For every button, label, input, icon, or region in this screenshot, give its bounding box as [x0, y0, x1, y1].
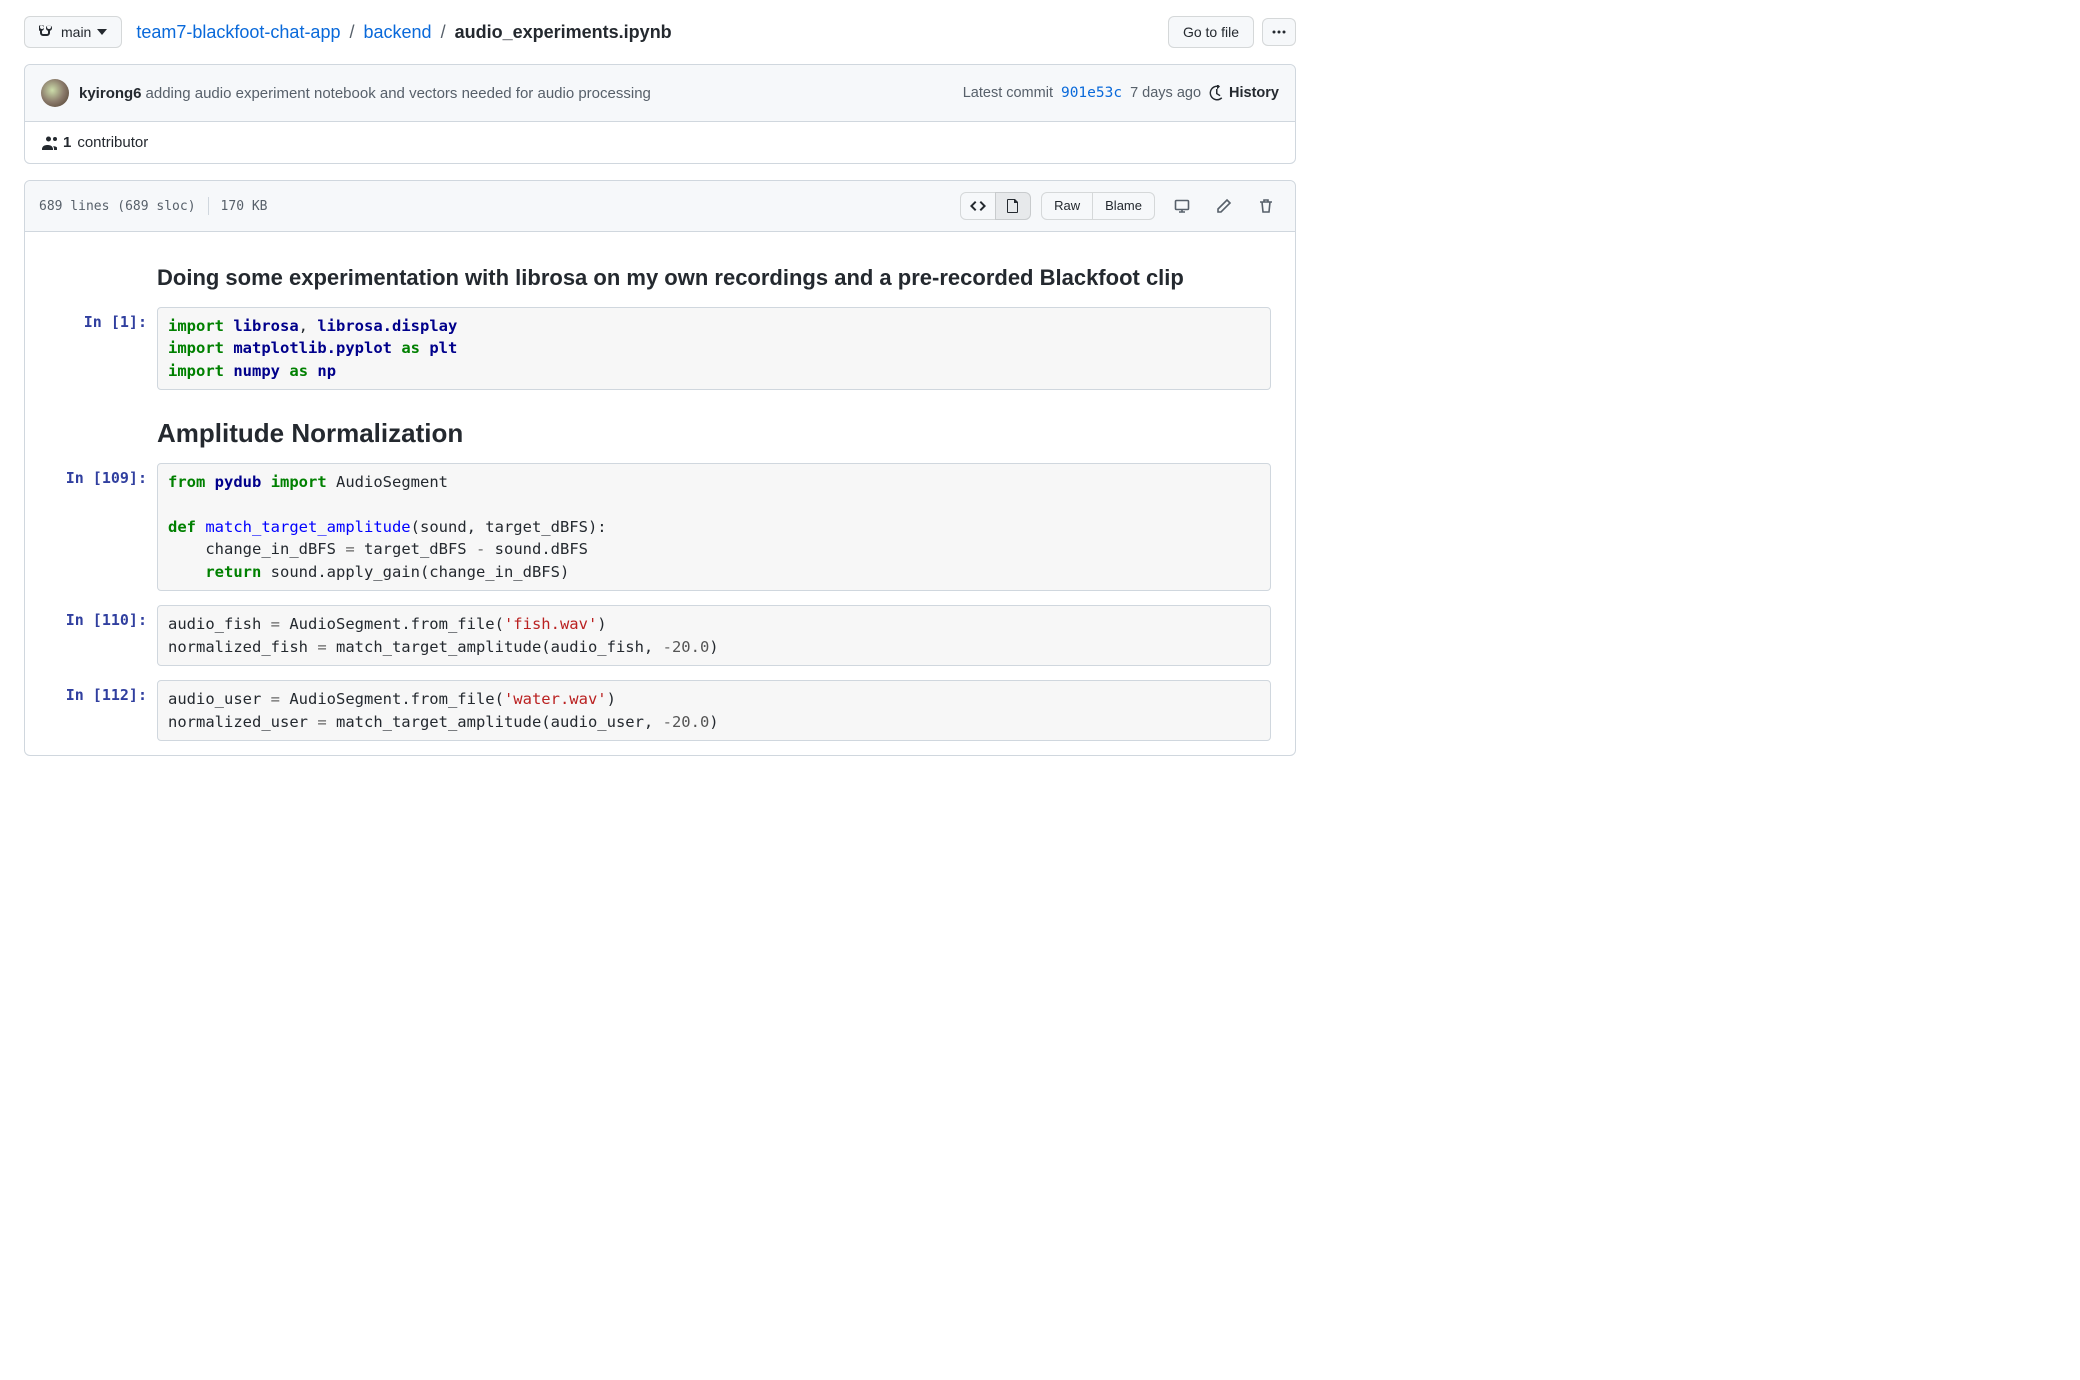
desktop-icon [1174, 198, 1190, 214]
source-view-button[interactable] [960, 192, 996, 220]
nb-cell: In [110]: audio_fish = AudioSegment.from… [49, 605, 1271, 666]
file-lines: 689 lines (689 sloc) [39, 199, 196, 214]
nb-cell: In [1]: import librosa, librosa.display … [49, 307, 1271, 390]
git-branch-icon [39, 24, 55, 40]
breadcrumb: team7-blackfoot-chat-app / backend / aud… [136, 22, 1160, 43]
blame-button[interactable]: Blame [1092, 192, 1155, 220]
file-icon [1005, 198, 1021, 214]
nb-prompt: In [112]: [49, 680, 157, 704]
commit-author[interactable]: kyirong6 [79, 85, 142, 102]
branch-name: main [61, 22, 91, 42]
contributors-row[interactable]: 1 contributor [25, 122, 1295, 163]
history-icon [1209, 85, 1225, 101]
contributors-label: contributor [77, 134, 148, 151]
go-to-file-button[interactable]: Go to file [1168, 16, 1254, 48]
commit-prefix: Latest commit [963, 85, 1053, 101]
commit-message[interactable]: adding audio experiment notebook and vec… [146, 85, 651, 102]
breadcrumb-file: audio_experiments.ipynb [455, 22, 672, 42]
contributors-count: 1 [63, 134, 71, 151]
branch-select-button[interactable]: main [24, 16, 122, 48]
people-icon [41, 135, 57, 151]
kebab-icon [1271, 24, 1287, 40]
commit-when: 7 days ago [1130, 85, 1201, 101]
nb-heading: Doing some experimentation with librosa … [157, 264, 1271, 293]
file-info: 689 lines (689 sloc) 170 KB [39, 197, 268, 215]
rendered-view-button[interactable] [995, 192, 1031, 220]
nb-cell: In [109]: from pydub import AudioSegment… [49, 463, 1271, 591]
delete-button[interactable] [1251, 191, 1281, 221]
breadcrumb-dir[interactable]: backend [364, 22, 432, 42]
nb-prompt: In [109]: [49, 463, 157, 487]
file-box: 689 lines (689 sloc) 170 KB Raw Blame [24, 180, 1296, 756]
commit-sha[interactable]: 901e53c [1061, 85, 1122, 101]
breadcrumb-repo[interactable]: team7-blackfoot-chat-app [136, 22, 340, 42]
raw-button[interactable]: Raw [1041, 192, 1093, 220]
caret-down-icon [97, 29, 107, 35]
commit-bar: kyirong6 adding audio experiment noteboo… [25, 65, 1295, 122]
nb-code: audio_user = AudioSegment.from_file('wat… [157, 680, 1271, 741]
nb-code: import librosa, librosa.display import m… [157, 307, 1271, 390]
notebook-body: Doing some experimentation with librosa … [25, 232, 1295, 741]
edit-button[interactable] [1209, 191, 1239, 221]
nb-cell: In [112]: audio_user = AudioSegment.from… [49, 680, 1271, 741]
nb-prompt: In [110]: [49, 605, 157, 629]
nb-heading-2: Amplitude Normalization [157, 418, 1271, 449]
nb-code: from pydub import AudioSegment def match… [157, 463, 1271, 591]
desktop-open-button[interactable] [1167, 191, 1197, 221]
commit-box: kyirong6 adding audio experiment noteboo… [24, 64, 1296, 164]
nb-prompt: In [1]: [49, 307, 157, 331]
nb-code: audio_fish = AudioSegment.from_file('fis… [157, 605, 1271, 666]
history-link[interactable]: History [1209, 85, 1279, 101]
avatar[interactable] [41, 79, 69, 107]
trash-icon [1258, 198, 1274, 214]
pencil-icon [1216, 198, 1232, 214]
code-icon [970, 198, 986, 214]
more-actions-button[interactable] [1262, 18, 1296, 46]
file-size: 170 KB [221, 199, 268, 214]
